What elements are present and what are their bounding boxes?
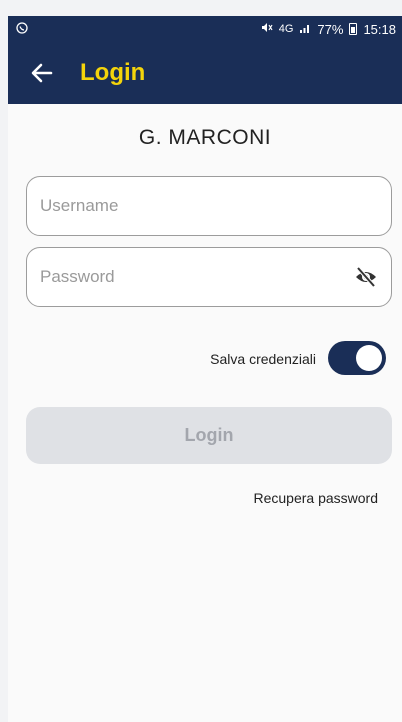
app-bar: Login [8, 42, 402, 104]
clock: 15:18 [363, 21, 396, 37]
password-field [26, 247, 392, 307]
whatsapp-icon [16, 21, 28, 37]
mute-icon [261, 22, 273, 36]
page-title: Login [80, 59, 146, 86]
login-button[interactable]: Login [26, 407, 392, 464]
battery-percentage: 77% [317, 21, 344, 37]
username-field [26, 176, 392, 236]
toggle-password-visibility-button[interactable] [350, 259, 381, 295]
signal-icon [299, 22, 311, 37]
app-screen: 4G 77% 15:18 Login G. MARCONI Username S… [8, 16, 402, 722]
school-name: G. MARCONI [138, 126, 272, 149]
username-input[interactable] [27, 195, 391, 217]
status-icons: 4G 77% 15:18 [261, 22, 396, 37]
save-credentials-label: Salva credenziali [210, 351, 316, 367]
back-button[interactable] [20, 51, 64, 95]
password-input[interactable] [27, 266, 351, 288]
save-credentials-toggle[interactable] [328, 341, 386, 375]
arrow-back-icon [31, 63, 53, 83]
battery-icon [349, 23, 358, 35]
save-credentials-row: Salva credenziali [8, 341, 402, 381]
toggle-knob [356, 345, 382, 371]
recover-password-link[interactable]: Recupera password [253, 490, 378, 506]
eye-off-icon [355, 266, 376, 288]
status-bar: 4G 77% 15:18 [8, 16, 402, 42]
network-label: 4G [278, 23, 294, 35]
